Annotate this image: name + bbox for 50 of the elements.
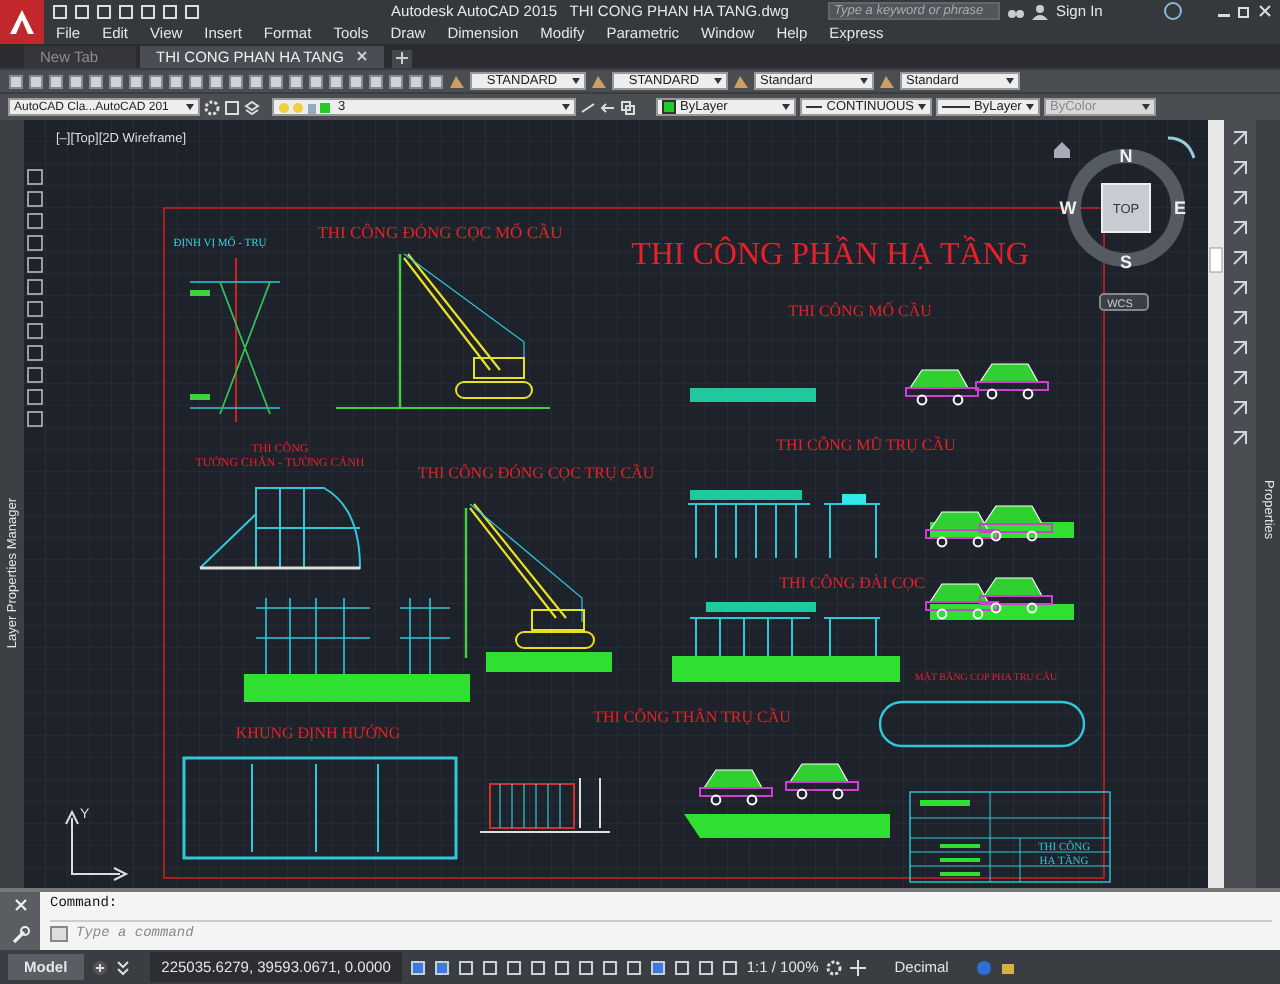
drawing-label: THI CÔNG ĐÓNG CỌC MỐ CẦU [317,222,563,243]
gear-icon[interactable] [204,99,220,116]
layer-previous-icon[interactable] [600,99,616,116]
viewcube-face[interactable] [1101,183,1151,234]
layer-status-icon [278,99,330,116]
drawing-label: KHUNG ĐỊNH HƯỚNG [235,724,401,743]
new-tab-button[interactable] [391,49,412,68]
ucs-menu-button[interactable] [1099,293,1149,312]
truck-drawing [905,369,979,406]
compass-west[interactable]: W [1059,198,1077,219]
plus-icon[interactable] [850,959,867,976]
drawing-title: THI CÔNG PHẦN HẠ TẦNG [631,238,1029,273]
scroll-thumb[interactable] [1209,247,1223,273]
truck-drawing [975,363,1049,400]
ground-block [486,652,612,673]
drawing-label: THI CÔNG MŨ TRỤ CẦU [776,436,956,455]
drawing-label: THI CÔNG THÂN TRỤ CẦU [593,708,791,727]
drawing-label: THI CÔNG MỐ CẦU [788,302,932,321]
truck-drawing [699,769,773,806]
pile-platform [690,388,816,403]
layers-icon[interactable] [244,99,260,116]
wrench-icon[interactable] [11,926,29,945]
gear-icon[interactable] [826,959,843,976]
add-layout-icon[interactable] [91,959,108,976]
truck-drawing [979,577,1053,614]
drawing-canvas[interactable] [24,120,1224,889]
app-logo-icon [8,8,36,36]
user-icon [1032,3,1048,19]
home-icon[interactable] [1054,142,1070,159]
close-icon[interactable] [355,50,368,63]
prompt-icon [50,926,68,943]
restore-icon[interactable] [1238,4,1252,18]
layer-states-icon[interactable] [620,99,636,116]
truck-drawing [925,583,999,620]
layer-icon[interactable] [224,99,240,116]
drawing-label: THI CÔNG ĐÀI CỌC [779,574,925,593]
pier-body-drawing [479,777,611,834]
truck-drawing [925,511,999,548]
vertical-scrollbar[interactable] [1208,120,1224,889]
close-icon[interactable] [1258,4,1272,18]
ucs-icon [65,810,129,882]
chevron-icon[interactable] [115,959,130,976]
truck-drawing [785,763,859,800]
compass-south[interactable]: S [1120,252,1132,273]
compass-east[interactable]: E [1174,198,1186,219]
truck-drawing [979,505,1053,542]
hardware-icon[interactable] [1000,959,1017,976]
application-menu-button[interactable] [0,0,44,44]
drawing-label: THI CÔNG ĐÓNG CỌC TRỤ CẦU [417,464,655,483]
compass-north[interactable]: N [1119,146,1133,167]
